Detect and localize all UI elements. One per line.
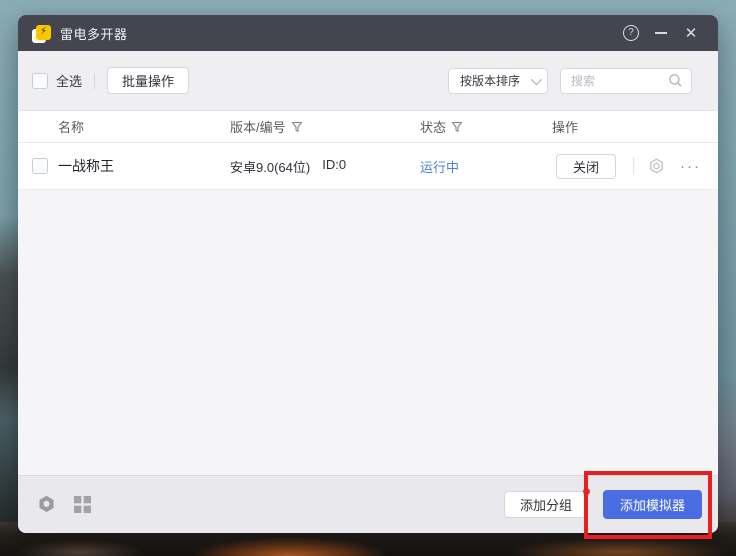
table-row[interactable]: 一战称王 安卓9.0(64位) ID:0 运行中 关闭 ··· [18, 143, 718, 190]
column-header-actions: 操作 [552, 117, 718, 136]
status-badge: 运行中 [420, 157, 552, 176]
global-settings-icon[interactable] [36, 494, 57, 515]
column-header-name: 名称 [58, 117, 230, 136]
search-box[interactable] [560, 68, 692, 94]
titlebar[interactable]: ⚡ 雷电多开器 ? ✕ [18, 15, 718, 51]
filter-icon[interactable] [451, 121, 463, 133]
instance-id: ID:0 [322, 157, 346, 176]
instance-settings-icon[interactable] [647, 157, 666, 176]
wallpaper-mountain-left [0, 215, 20, 556]
filter-icon[interactable] [291, 121, 303, 133]
app-window: ⚡ 雷电多开器 ? ✕ 全选 批量操作 按版本排序 [18, 15, 718, 533]
instance-name: 一战称王 [58, 156, 230, 176]
window-title: 雷电多开器 [60, 24, 128, 43]
column-header-version[interactable]: 版本/编号 [230, 117, 420, 136]
minimize-button[interactable] [646, 20, 676, 46]
close-icon: ✕ [685, 26, 698, 41]
app-logo-lightning-icon: ⚡ [34, 25, 51, 42]
help-button[interactable]: ? [616, 20, 646, 46]
instance-version: 安卓9.0(64位) ID:0 [230, 157, 420, 176]
desktop-wallpaper: ⚡ 雷电多开器 ? ✕ 全选 批量操作 按版本排序 [0, 0, 736, 556]
add-group-button[interactable]: 添加分组 [504, 491, 588, 518]
footer-bar: 添加分组 添加模拟器 [18, 475, 718, 533]
more-options-icon[interactable]: ··· [680, 158, 701, 175]
select-all-checkbox[interactable] [32, 73, 48, 89]
actions-divider [633, 157, 634, 175]
sort-dropdown[interactable]: 按版本排序 [448, 68, 548, 94]
grid-view-icon[interactable] [74, 496, 91, 513]
notification-dot-badge [583, 488, 590, 495]
row-checkbox[interactable] [32, 158, 48, 174]
stop-instance-button[interactable]: 关闭 [556, 154, 616, 179]
add-emulator-button[interactable]: 添加模拟器 [603, 490, 702, 519]
table-header: 名称 版本/编号 状态 操作 [18, 110, 718, 143]
sort-dropdown-value: 按版本排序 [460, 72, 531, 89]
instance-list-empty-area [18, 190, 718, 475]
chevron-down-icon [531, 73, 542, 84]
search-icon [668, 73, 683, 88]
toolbar-divider [94, 73, 95, 89]
help-icon: ? [623, 25, 639, 41]
minimize-icon [655, 32, 667, 34]
search-input[interactable] [571, 74, 668, 88]
row-actions: 关闭 ··· [552, 154, 718, 179]
toolbar: 全选 批量操作 按版本排序 [18, 51, 718, 110]
select-all-label: 全选 [56, 71, 82, 90]
close-button[interactable]: ✕ [676, 20, 706, 46]
column-header-status[interactable]: 状态 [420, 117, 552, 136]
batch-operations-button[interactable]: 批量操作 [107, 67, 189, 94]
